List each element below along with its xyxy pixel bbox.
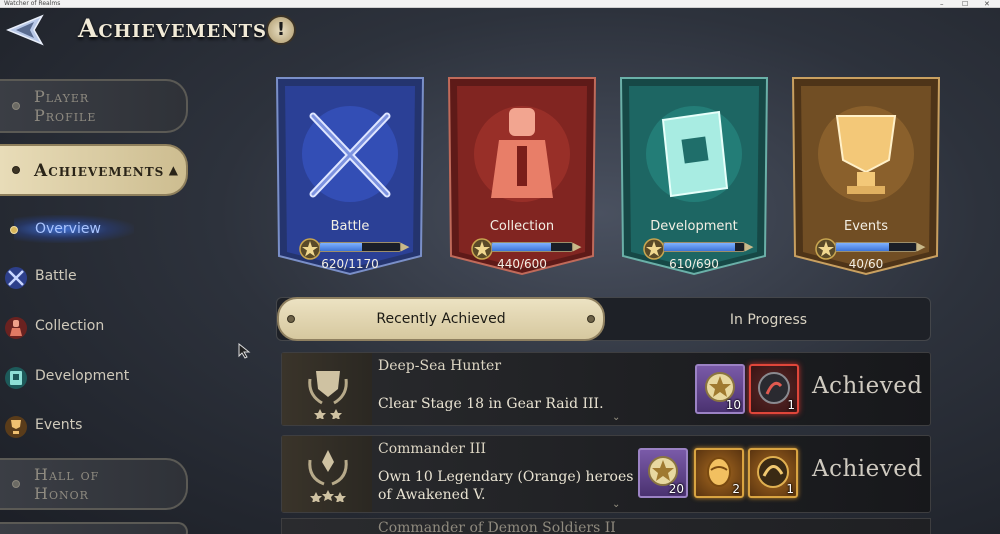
reward-quantity: 1 xyxy=(786,482,794,496)
category-name: Collection xyxy=(489,219,555,234)
sidebar-item-label: Player Profile xyxy=(34,87,97,125)
sidebar-item-battle[interactable]: Battle xyxy=(0,258,180,298)
reward-quantity: 1 xyxy=(787,398,795,412)
achievement-title: Deep-Sea Hunter xyxy=(378,358,502,374)
bullet-icon xyxy=(12,102,20,110)
reward-quantity: 10 xyxy=(725,398,741,412)
back-button[interactable] xyxy=(4,12,50,48)
achievement-title: Commander III xyxy=(378,441,487,457)
crossed-swords-icon xyxy=(5,267,27,289)
reward-star-medal[interactable]: 10 xyxy=(695,364,745,414)
window-titlebar: Watcher of Realms – ☐ ✕ xyxy=(0,0,1000,8)
sidebar-item-hall-of-honor[interactable]: Hall of Honor xyxy=(0,458,188,510)
category-progress: 620/1170 xyxy=(321,257,379,271)
progress-bar xyxy=(663,242,745,252)
progress-bar xyxy=(491,242,573,252)
category-progress: 610/690 xyxy=(669,257,719,271)
category-progress: 40/60 xyxy=(848,257,884,271)
page-title: Achievements xyxy=(78,14,268,43)
book-icon xyxy=(5,367,27,389)
back-arrow-icon xyxy=(6,14,44,46)
progress-fill xyxy=(836,243,890,251)
progress-arrow-icon: ▶ xyxy=(745,240,754,253)
reward-star-medal[interactable]: 20 xyxy=(638,448,688,498)
achievement-description: Clear Stage 18 in Gear Raid III. xyxy=(378,396,604,412)
emblem-panel xyxy=(282,353,372,425)
minimize-button[interactable]: – xyxy=(940,0,944,8)
achievement-description: Own 10 Legendary (Orange) heroes of Awak… xyxy=(378,469,634,503)
progress-bar xyxy=(319,242,401,252)
sidebar-item-player-profile[interactable]: Player Profile xyxy=(0,79,188,133)
help-button[interactable]: ! xyxy=(266,15,296,45)
window-title: Watcher of Realms xyxy=(4,0,61,7)
progress-arrow-icon: ▶ xyxy=(917,240,926,253)
tab-label: In Progress xyxy=(729,312,808,328)
laurel-crest-icon xyxy=(308,450,348,502)
sidebar-item-label: Battle xyxy=(35,268,77,284)
reward-item[interactable]: 2 xyxy=(694,448,744,498)
reward-item[interactable]: 1 xyxy=(748,448,798,498)
reward-quantity: 2 xyxy=(732,482,740,496)
laurel-shield-icon xyxy=(308,371,348,419)
progress-fill xyxy=(664,243,735,251)
collapse-arrow-icon: ▲ xyxy=(168,163,178,177)
tab-recently-achieved[interactable]: Recently Achieved xyxy=(277,297,605,341)
bullet-icon xyxy=(587,315,595,323)
category-progress: 440/600 xyxy=(497,257,547,271)
sidebar-item-label: Achievements xyxy=(34,161,165,181)
chevron-down-icon[interactable]: ⌄ xyxy=(612,499,620,510)
sidebar-item-achievements[interactable]: Achievements ▲ xyxy=(0,144,188,196)
bullet-icon xyxy=(12,166,20,174)
progress-arrow-icon: ▶ xyxy=(401,240,410,253)
progress-arrow-icon: ▶ xyxy=(573,240,582,253)
category-name: Development xyxy=(650,219,738,234)
achievement-row[interactable]: Deep-Sea Hunter Clear Stage 18 in Gear R… xyxy=(281,352,931,426)
category-name: Battle xyxy=(330,219,370,234)
achievement-tabs: Recently Achieved In Progress xyxy=(276,297,931,341)
chevron-down-icon[interactable]: ⌄ xyxy=(612,412,620,423)
category-name: Events xyxy=(843,219,888,234)
mouse-cursor-icon xyxy=(238,343,251,359)
close-button[interactable]: ✕ xyxy=(984,0,990,8)
sidebar-item-partial[interactable] xyxy=(0,522,188,534)
sidebar-item-development[interactable]: Development xyxy=(0,358,180,398)
sidebar-item-events[interactable]: Events xyxy=(0,407,180,447)
bullet-icon xyxy=(10,226,18,234)
achievement-row[interactable]: Commander III Own 10 Legendary (Orange) … xyxy=(281,435,931,513)
category-banner-development[interactable]: Development ▶ 610/690 xyxy=(619,76,769,276)
emblem-panel xyxy=(282,436,372,512)
category-banner-battle[interactable]: Battle ▶ 620/1170 xyxy=(275,76,425,276)
sidebar: Player Profile Achievements ▲ Overview B… xyxy=(0,60,190,534)
progress-fill xyxy=(320,243,363,251)
sidebar-item-collection[interactable]: Collection xyxy=(0,308,180,348)
progress-bar xyxy=(835,242,917,252)
achievement-status: Achieved xyxy=(812,456,923,482)
sidebar-item-overview[interactable]: Overview xyxy=(35,221,101,237)
maximize-button[interactable]: ☐ xyxy=(962,0,968,8)
category-banner-events[interactable]: Events ▶ 40/60 xyxy=(791,76,941,276)
sidebar-item-label: Hall of Honor xyxy=(34,465,100,503)
achievement-title: Commander of Demon Soldiers II xyxy=(378,520,616,534)
achievement-row[interactable]: Commander of Demon Soldiers II xyxy=(281,518,931,534)
knight-icon xyxy=(5,317,27,339)
progress-fill xyxy=(492,243,551,251)
bullet-icon xyxy=(12,480,20,488)
trophy-icon xyxy=(5,416,27,438)
reward-quantity: 20 xyxy=(668,482,684,496)
sidebar-item-label: Development xyxy=(35,368,130,384)
reward-item[interactable]: 1 xyxy=(749,364,799,414)
tab-in-progress[interactable]: In Progress xyxy=(607,298,930,340)
category-banner-collection[interactable]: Collection ▶ 440/600 xyxy=(447,76,597,276)
achievement-status: Achieved xyxy=(812,373,923,399)
sidebar-item-label: Collection xyxy=(35,318,105,334)
sidebar-item-label: Events xyxy=(35,417,83,433)
tab-label: Recently Achieved xyxy=(376,311,506,327)
